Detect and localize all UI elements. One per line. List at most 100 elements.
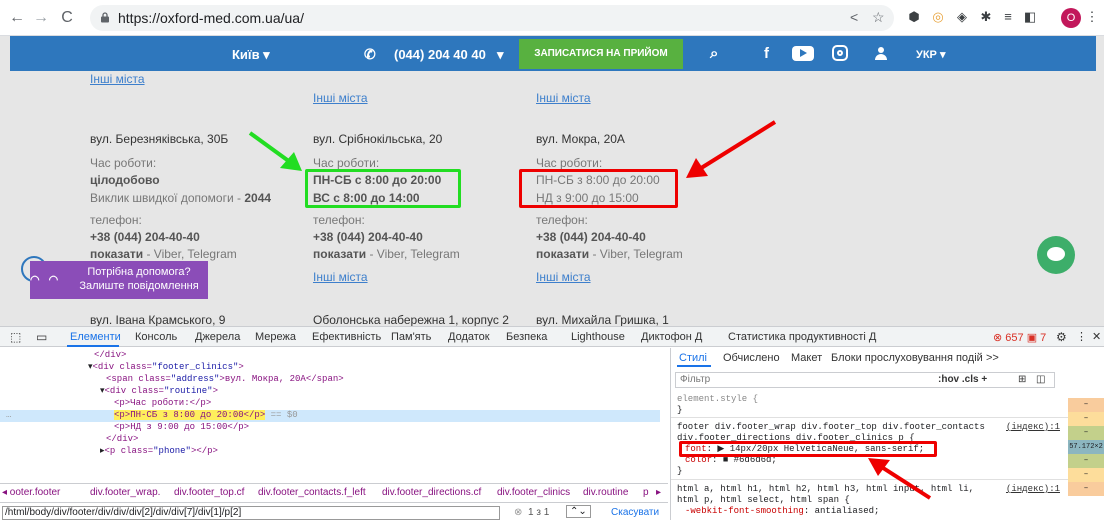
side-panel-icon[interactable]: ◧ (1022, 9, 1038, 25)
clinic-phone[interactable]: +38 (044) 204-40-40 (90, 230, 200, 244)
xpath-search-input[interactable]: /html/body/div/footer/div/div/div[2]/div… (2, 506, 500, 520)
other-cities-link[interactable]: Інші міста (90, 72, 145, 86)
breadcrumb-item[interactable]: div.footer_wrap. (90, 487, 160, 498)
chat-widget[interactable]: ◠ ◠ Потрібна допомога? Залиште повідомле… (30, 261, 208, 299)
show-contacts[interactable]: показати - Viber, Telegram (90, 247, 237, 261)
toggle-sidebar-icon[interactable]: ◫ (1036, 373, 1045, 387)
phone-label: телефон: (90, 213, 142, 227)
breadcrumb-item[interactable]: div.footer_directions.cf (382, 487, 481, 498)
tab-computed[interactable]: Обчислено (723, 352, 780, 364)
clinic-phone[interactable]: +38 (044) 204-40-40 (313, 230, 423, 244)
tab-styles[interactable]: Стилі (679, 352, 707, 364)
code-line[interactable]: </div> (94, 350, 126, 360)
code-line[interactable]: <p>НД з 9:00 до 15:00</p> (114, 422, 249, 432)
show-contacts[interactable]: показати - Viber, Telegram (313, 247, 460, 261)
other-cities-link[interactable]: Інші міста (313, 270, 368, 284)
facebook-icon[interactable]: f (764, 46, 769, 61)
tab-network[interactable]: Мережа (255, 331, 296, 343)
search-icon[interactable]: ⌕ (710, 45, 718, 62)
breadcrumb-item[interactable]: div.footer_contacts.f_left (258, 487, 366, 498)
breadcrumb-item[interactable]: div.footer_clinics (497, 487, 570, 498)
tab-event-listeners[interactable]: Блоки прослуховування подій (831, 352, 983, 364)
language-selector[interactable]: УКР ▾ (916, 48, 945, 61)
header-phone[interactable]: (044) 204 40 40 (394, 47, 486, 62)
breadcrumb-item[interactable]: p (643, 487, 649, 498)
filter-tools[interactable]: :hov .cls + (938, 373, 987, 387)
phone-dropdown-caret[interactable]: ▾ (497, 47, 504, 63)
tab-layout[interactable]: Макет (791, 352, 822, 364)
close-devtools-icon[interactable]: ✕ (1092, 330, 1101, 343)
breadcrumb-item[interactable]: ◂ ooter.footer (2, 487, 60, 498)
other-cities-link[interactable]: Інші міста (536, 91, 591, 105)
extensions-puzzle-icon[interactable]: ✱ (978, 9, 994, 25)
tab-sources[interactable]: Джерела (195, 331, 240, 343)
border-value: – (1068, 468, 1104, 482)
css-line[interactable]: element.style { (677, 394, 758, 404)
cancel-search-button[interactable]: Скасувати (611, 507, 659, 518)
styles-filter-input[interactable]: Фільтр :hov .cls + ⊞ ◫ (675, 372, 1055, 388)
reload-icon[interactable]: C (56, 7, 78, 29)
chat-bubble-icon[interactable] (1037, 236, 1075, 274)
search-prev-next-icon[interactable]: ⌃⌄ (566, 505, 591, 518)
tab-performance[interactable]: Ефективність (312, 331, 381, 343)
error-counter[interactable]: ⊗ 657 ▣ 7 (993, 331, 1046, 344)
source-link[interactable]: (індекс):1 (1006, 422, 1060, 432)
code-line[interactable]: ▾<div class="footer_clinics"> (88, 362, 244, 372)
tab-security[interactable]: Безпека (506, 331, 547, 343)
tab-recorder[interactable]: Диктофон Д (641, 331, 702, 343)
forward-arrow-icon[interactable]: → (30, 7, 52, 29)
address-bar[interactable]: https://oxford-med.com.ua/ua/ < ☆ (90, 5, 894, 31)
other-cities-link[interactable]: Інші міста (536, 270, 591, 284)
clinic-address: вул. Березняківська, 30Б (90, 132, 229, 146)
code-line[interactable]: </div> (106, 434, 138, 444)
source-link[interactable]: (індекс):1 (1006, 484, 1060, 494)
bookmark-star-icon[interactable]: ☆ (872, 9, 885, 26)
back-arrow-icon[interactable]: ← (6, 7, 28, 29)
tab-console[interactable]: Консоль (135, 331, 177, 343)
devtools-panel: ⬚ ▭ Елементи Консоль Джерела Мережа Ефек… (0, 326, 1104, 520)
tab-application[interactable]: Додаток (448, 331, 490, 343)
tab-more[interactable]: >> (986, 352, 999, 364)
city-selector[interactable]: Київ ▾ (232, 47, 270, 63)
instagram-icon[interactable] (832, 45, 848, 61)
padding-value: – (1068, 454, 1104, 468)
code-line-selected[interactable]: <p>ПН-СБ з 8:00 до 20:00</p> == $0 (114, 410, 298, 420)
extension-diamond-icon[interactable]: ◈ (954, 9, 970, 25)
styles-tab-indicator (677, 365, 711, 367)
tab-elements[interactable]: Елементи (70, 331, 121, 343)
code-line[interactable]: <span class="address">вул. Мокра, 20А</s… (106, 374, 344, 384)
clear-search-icon[interactable]: ⊗ (514, 507, 522, 518)
css-declaration[interactable]: -webkit-font-smoothing: antialiased; (685, 506, 879, 516)
profile-avatar[interactable]: O (1061, 8, 1081, 28)
browser-menu-icon[interactable]: ⋮ (1084, 9, 1100, 25)
extension-color-icon[interactable]: ◎ (930, 9, 946, 25)
other-cities-link[interactable]: Інші міста (313, 91, 368, 105)
share-icon[interactable]: < (850, 9, 858, 25)
code-line[interactable]: ▾<div class="routine"> (100, 386, 218, 396)
user-icon[interactable] (874, 47, 888, 61)
inspect-element-icon[interactable]: ⬚ (10, 330, 21, 344)
extension-shield-icon[interactable]: ⬢ (906, 9, 922, 25)
breadcrumb-item[interactable]: div.footer_top.cf (174, 487, 244, 498)
device-toolbar-icon[interactable]: ▭ (36, 330, 47, 344)
css-selector-line[interactable]: html p, html select, html span { (677, 495, 850, 505)
code-line[interactable]: <p>Час роботи:</p> (114, 398, 211, 408)
clinic-address: Оболонська набережна 1, корпус 2 (313, 313, 509, 326)
playlist-icon[interactable]: ≡ (1000, 9, 1016, 25)
css-selector-line[interactable]: html a, html h1, html h2, html h3, html … (677, 484, 974, 494)
settings-gear-icon[interactable]: ⚙ (1056, 330, 1067, 344)
tab-lighthouse[interactable]: Lighthouse (571, 331, 625, 343)
show-contacts[interactable]: показати - Viber, Telegram (536, 247, 683, 261)
new-rule-icon[interactable]: ⊞ (1018, 373, 1026, 387)
youtube-icon[interactable] (792, 46, 814, 61)
tab-performance-insights[interactable]: Статистика продуктивності Д (728, 331, 876, 343)
breadcrumb-scroll-right-icon[interactable]: ▸ (656, 487, 661, 498)
css-selector-line[interactable]: footer div.footer_wrap div.footer_top di… (677, 422, 985, 432)
border-value: – (1068, 412, 1104, 426)
more-options-icon[interactable]: ⋮ (1076, 330, 1087, 343)
tab-memory[interactable]: Пам'ять (391, 331, 431, 343)
book-appointment-button[interactable]: ЗАПИСАТИСЯ НА ПРИЙОМ (519, 39, 683, 69)
clinic-phone[interactable]: +38 (044) 204-40-40 (536, 230, 646, 244)
code-line[interactable]: ▸<p class="phone"></p> (100, 446, 218, 456)
breadcrumb-item[interactable]: div.routine (583, 487, 628, 498)
